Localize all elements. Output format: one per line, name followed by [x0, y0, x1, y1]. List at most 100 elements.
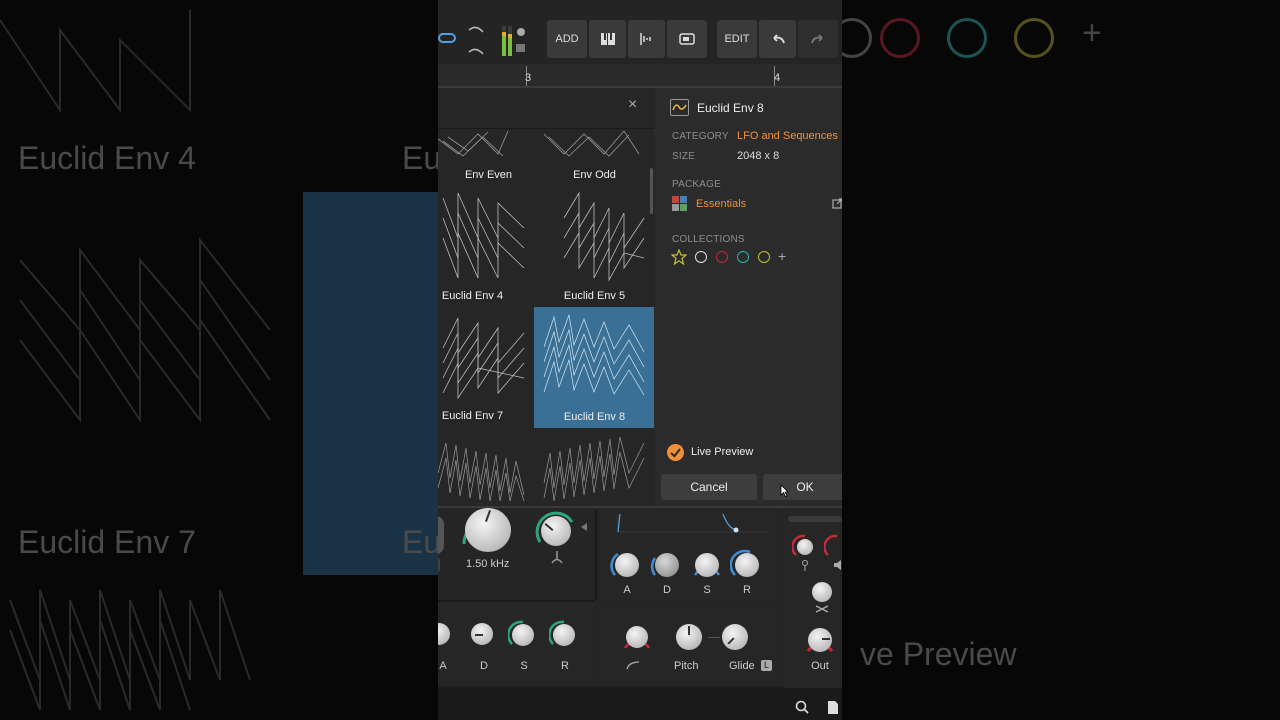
automation-curve-icon[interactable]	[466, 22, 486, 58]
background-label-euclid-env-7: Euclid Env 7	[18, 524, 196, 560]
glide-knob[interactable]	[720, 622, 750, 652]
pitch-section: Pitch Glide L	[598, 602, 780, 686]
external-link-icon[interactable]	[832, 198, 842, 209]
background-circle-white	[842, 18, 872, 58]
browser-panel: × Env Even Env Odd Euclid Env 4 Euclid E…	[438, 88, 655, 506]
meter-icon	[500, 22, 526, 58]
ok-button[interactable]: OK	[763, 474, 842, 500]
timeline-ruler[interactable]: 3 4	[438, 64, 842, 88]
browser-tile-row-4-right[interactable]	[534, 433, 654, 503]
arrow-left-icon[interactable]	[580, 522, 588, 532]
frequency-knob[interactable]	[458, 506, 518, 556]
pitch-label: Pitch	[674, 660, 699, 672]
collection-red-icon[interactable]	[716, 251, 728, 263]
browser-tile-euclid-env-7[interactable]: Euclid Env 7	[438, 308, 534, 426]
tile-label: Euclid Env 4	[441, 290, 504, 302]
file-icon[interactable]	[827, 700, 839, 715]
background-label-cut-1: Eu	[402, 140, 438, 176]
collection-yellow-icon[interactable]	[758, 251, 770, 263]
filter-env-decay-knob[interactable]	[468, 620, 498, 650]
add-button[interactable]: ADD	[547, 20, 587, 58]
package-value[interactable]: Essentials	[696, 198, 746, 210]
env-sustain-knob[interactable]	[690, 548, 724, 582]
output-section: Out	[784, 508, 842, 688]
output-knob-2[interactable]	[824, 534, 842, 560]
live-preview-checkbox[interactable]	[667, 444, 684, 461]
edit-button[interactable]: EDIT	[717, 20, 757, 58]
browser-tile-env-even[interactable]: Env Even	[438, 129, 544, 184]
star-icon[interactable]	[671, 249, 687, 265]
category-label: CATEGORY	[672, 131, 729, 142]
ruler-mark-4: 4	[774, 72, 781, 84]
background-left: Euclid Env 4 Euclid Env 7 Eu Eu	[0, 0, 438, 720]
background-label-euclid-env-4: Euclid Env 4	[18, 140, 196, 176]
search-icon[interactable]	[795, 700, 809, 714]
env-decay-knob[interactable]	[650, 548, 684, 582]
clip-launcher-icon[interactable]	[667, 20, 707, 58]
close-icon[interactable]: ×	[628, 96, 637, 114]
undo-icon[interactable]	[759, 20, 796, 58]
audio-event-icon[interactable]	[628, 20, 665, 58]
resonance-knob[interactable]	[534, 510, 578, 554]
partial-knob-left[interactable]	[438, 516, 444, 554]
glide-legato-badge[interactable]: L	[761, 660, 772, 671]
out-knob[interactable]	[802, 622, 838, 658]
inspector-panel: Euclid Env 8 CATEGORY LFO and Sequences …	[654, 88, 842, 506]
env2-label-r: R	[561, 660, 569, 672]
package-label: PACKAGE	[672, 179, 722, 190]
background-circle-yellow	[1014, 18, 1054, 58]
frequency-value: 1.50 kHz	[466, 558, 510, 570]
collection-white-icon[interactable]	[695, 251, 707, 263]
curve-icon	[626, 660, 640, 670]
live-preview-label[interactable]: Live Preview	[691, 446, 753, 458]
browser-tile-euclid-env-8[interactable]: Euclid Env 8	[534, 307, 655, 428]
amp-envelope-section: A D S R	[598, 508, 780, 600]
size-label: SIZE	[672, 151, 696, 162]
env1-label-a: A	[623, 584, 631, 596]
output-knob-3[interactable]	[810, 580, 834, 604]
collections-label: COLLECTIONS	[672, 234, 745, 245]
browser-tile-env-odd[interactable]: Env Odd	[534, 129, 654, 184]
pitch-mod-knob[interactable]	[620, 620, 654, 654]
background-circle-red	[880, 18, 920, 58]
pitch-knob[interactable]	[674, 622, 704, 652]
collection-teal-icon[interactable]	[737, 251, 749, 263]
stereo-icon	[815, 605, 829, 613]
tile-label: Env Even	[464, 169, 513, 181]
status-bar	[438, 688, 842, 720]
filter-env-release-knob[interactable]	[549, 620, 579, 650]
loop-icon[interactable]	[438, 30, 456, 46]
piano-keys-icon[interactable]	[589, 20, 626, 58]
toolbar: ADD EDIT	[438, 0, 842, 64]
browser-tile-row-4-left[interactable]	[438, 433, 534, 503]
filter-envelope-section: A D S R	[438, 602, 594, 686]
cancel-button[interactable]: Cancel	[661, 474, 757, 500]
category-value[interactable]: LFO and Sequences	[737, 130, 838, 142]
app-window: ADD EDIT 3 4 × Env Even Env Odd Euclid E…	[438, 0, 842, 720]
glide-label: Glide	[729, 660, 755, 672]
preset-title: Euclid Env 8	[697, 101, 764, 115]
env-release-knob[interactable]	[730, 548, 764, 582]
env2-label-a: A	[439, 660, 447, 672]
redo-icon[interactable]	[798, 20, 838, 58]
keytrack-icon	[550, 550, 564, 564]
background-right: + ve Preview	[842, 0, 1280, 720]
browser-tile-euclid-env-4[interactable]: Euclid Env 4	[438, 188, 534, 306]
output-knob-1[interactable]	[792, 534, 818, 560]
background-selected-tile	[303, 192, 438, 575]
env-attack-knob[interactable]	[610, 548, 644, 582]
tile-label: Euclid Env 8	[563, 411, 626, 423]
background-plus-icon: +	[1082, 14, 1102, 52]
tile-label: Euclid Env 5	[563, 290, 626, 302]
tile-label: Env Odd	[573, 169, 616, 181]
browser-tile-euclid-env-5[interactable]: Euclid Env 5	[534, 188, 654, 306]
env2-label-s: S	[520, 660, 528, 672]
filter-env-sustain-knob[interactable]	[508, 620, 538, 650]
partial-knob-left-small[interactable]	[438, 556, 440, 574]
filter-env-attack-knob[interactable]	[438, 620, 458, 650]
add-collection-icon[interactable]: +	[778, 248, 786, 264]
device-panel: 1.50 kHz A D S R Out A D S R Pitch Glide…	[438, 506, 842, 688]
background-label-cut-2: Eu	[402, 524, 438, 560]
size-value: 2048 x 8	[737, 150, 780, 162]
env1-label-r: R	[743, 584, 751, 596]
